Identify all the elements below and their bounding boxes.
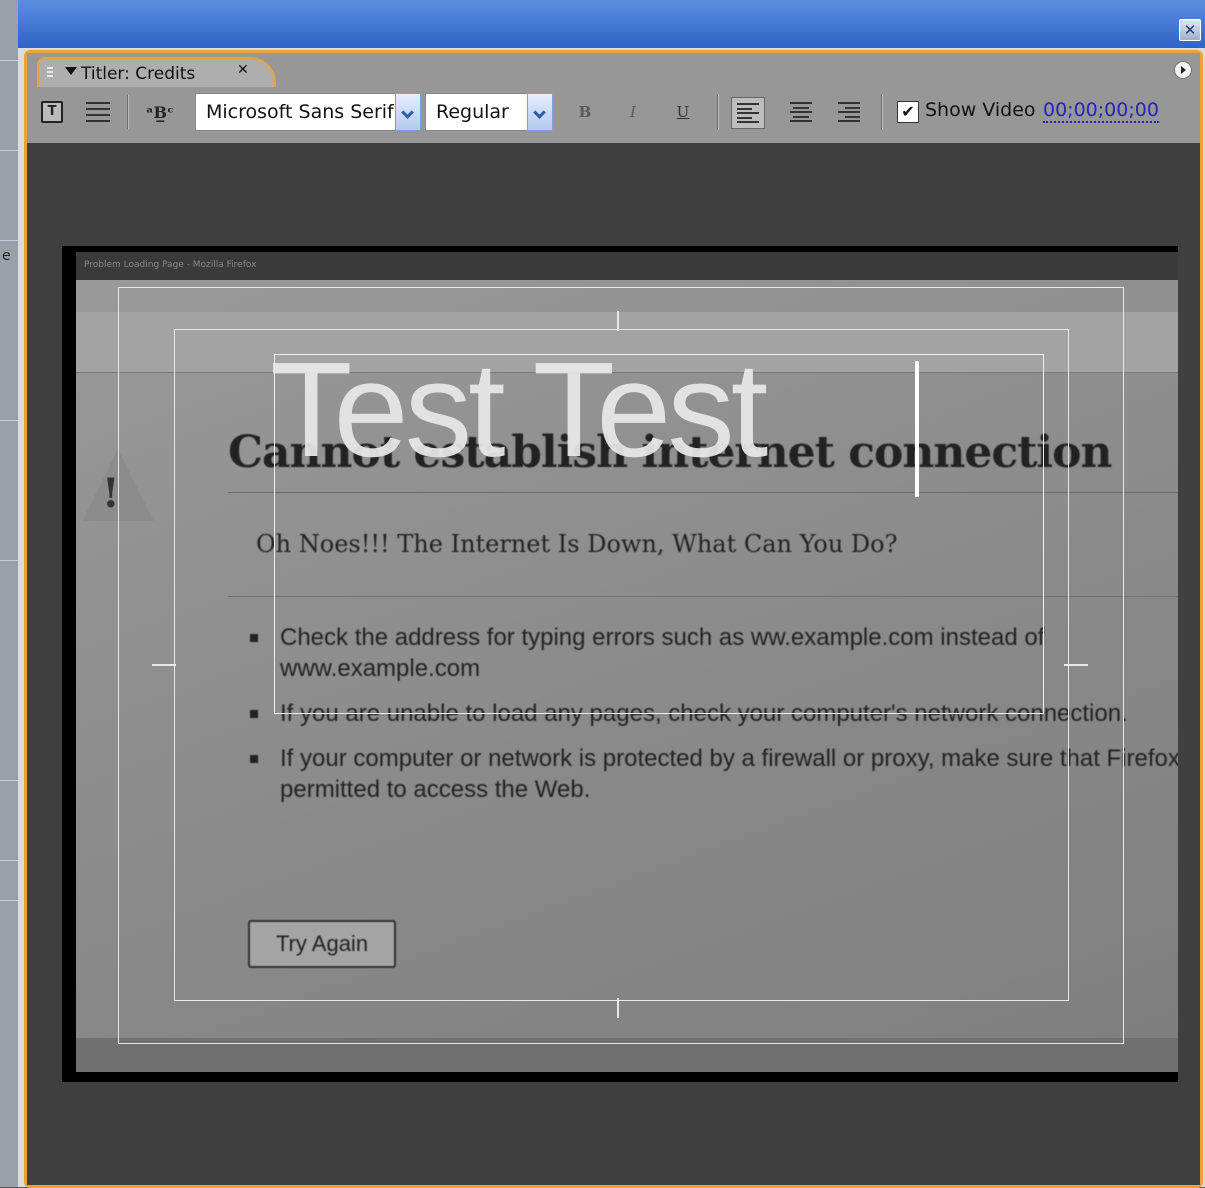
title-text[interactable]: Test Test [270, 342, 768, 477]
tab-close-icon[interactable]: ✕ [237, 62, 249, 78]
tab-title: Titler: Credits [81, 64, 196, 84]
drag-grip-icon[interactable] [47, 67, 53, 79]
window-titlebar[interactable]: ✕ [18, 0, 1205, 48]
background-glyph: e [2, 248, 11, 264]
titler-drawing-area[interactable]: Problem Loading Page - Mozilla Firefox !… [27, 143, 1200, 1185]
show-video-label: Show Video [925, 99, 1036, 121]
tab-stops-icon [86, 102, 110, 122]
tab-stops-button[interactable] [81, 97, 115, 127]
font-family-select[interactable]: Microsoft Sans Serif [195, 93, 417, 131]
panel-menu-icon[interactable] [1174, 61, 1192, 79]
templates-button[interactable]: ᵃB̲ᶜ [139, 97, 181, 127]
window-close-button[interactable]: ✕ [1179, 19, 1201, 41]
align-center-button[interactable] [787, 97, 815, 127]
background-app-strip: e [0, 0, 18, 1187]
align-left-icon [737, 103, 759, 123]
titler-window: ✕ Titler: Credits ✕ T ᵃB̲ᶜ Microsoft San… [18, 0, 1205, 1188]
type-tool-button[interactable]: T [37, 97, 67, 127]
center-mark-right [1064, 664, 1088, 666]
panel-tab-row: Titler: Credits ✕ [27, 53, 1200, 89]
align-right-button[interactable] [835, 97, 863, 127]
italic-button[interactable]: I [623, 97, 643, 127]
browser-title-text: Problem Loading Page - Mozilla Firefox [84, 260, 257, 270]
font-style-dropdown-icon[interactable] [527, 93, 553, 131]
font-family-dropdown-icon[interactable] [395, 93, 421, 131]
templates-icon: ᵃB̲ᶜ [146, 102, 174, 122]
titler-toolbar: T ᵃB̲ᶜ Microsoft Sans Serif Regular B I … [27, 87, 1200, 143]
browser-titlebar: Problem Loading Page - Mozilla Firefox [76, 252, 1178, 280]
video-preview: Problem Loading Page - Mozilla Firefox !… [62, 246, 1178, 1082]
align-center-icon [790, 102, 812, 122]
center-mark-bottom [617, 998, 619, 1018]
titler-panel: Titler: Credits ✕ T ᵃB̲ᶜ Microsoft Sans … [24, 50, 1203, 1188]
show-video-checkbox[interactable]: ✔ [897, 101, 919, 123]
warning-exclamation: ! [102, 470, 120, 517]
tab-titler-credits[interactable]: Titler: Credits ✕ [37, 57, 276, 89]
tab-menu-arrow-icon[interactable] [65, 67, 77, 75]
timecode-field[interactable]: 00;00;00;00 [1043, 99, 1159, 123]
center-mark-top [617, 311, 619, 331]
text-cursor [915, 361, 919, 497]
type-tool-icon: T [41, 101, 63, 123]
bold-button[interactable]: B [575, 97, 595, 127]
align-left-button[interactable] [731, 97, 765, 129]
underline-button[interactable]: U [673, 97, 693, 127]
center-mark-left [152, 664, 176, 666]
align-right-icon [838, 102, 860, 122]
